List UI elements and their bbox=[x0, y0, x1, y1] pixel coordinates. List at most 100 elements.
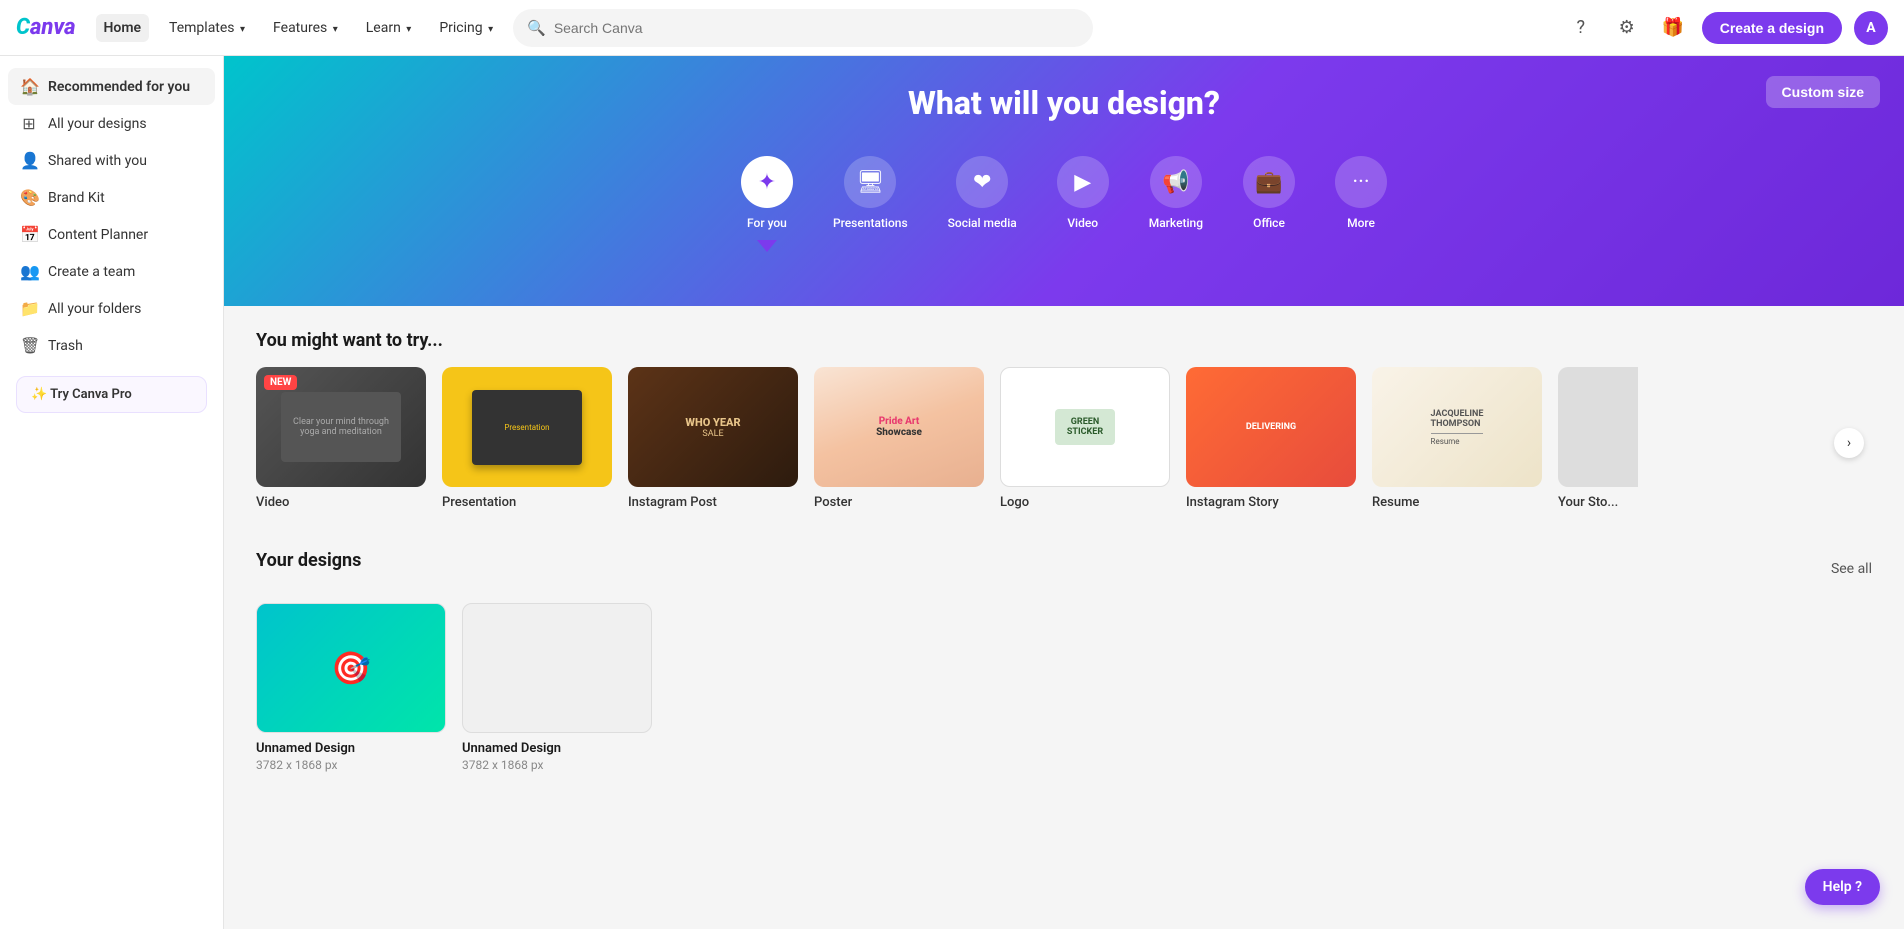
main-content: What will you design? Custom size ✦ For … bbox=[224, 56, 1904, 929]
template-card-your-story[interactable]: Your Sto... bbox=[1558, 367, 1638, 510]
sidebar-item-brand-kit[interactable]: 🎨 Brand Kit bbox=[8, 179, 215, 216]
target-design-icon: 🎯 bbox=[331, 649, 371, 687]
new-badge: NEW bbox=[264, 375, 297, 390]
video-label: Video bbox=[1067, 216, 1098, 230]
sidebar-label-brand-kit: Brand Kit bbox=[48, 190, 105, 206]
nav-learn[interactable]: Learn ▾ bbox=[358, 14, 420, 42]
template-label-instagram-post: Instagram Post bbox=[628, 495, 798, 510]
hero-banner: What will you design? Custom size ✦ For … bbox=[224, 56, 1904, 306]
template-thumb-resume: JACQUELINETHOMPSON Resume bbox=[1372, 367, 1542, 487]
canva-logo[interactable]: Canva bbox=[16, 15, 76, 40]
office-label: Office bbox=[1253, 216, 1285, 230]
topbar: Canva Home Templates ▾ Features ▾ Learn … bbox=[0, 0, 1904, 56]
create-design-button[interactable]: Create a design bbox=[1702, 12, 1842, 44]
sidebar-label-create-team: Create a team bbox=[48, 264, 135, 280]
design-thumb-2 bbox=[462, 603, 652, 733]
sidebar-item-trash[interactable]: 🗑 Trash bbox=[8, 327, 215, 364]
sidebar-item-recommended[interactable]: 🏠 Recommended for you bbox=[8, 68, 215, 105]
category-row: ✦ For you 🖥 Presentations ❤ Social media… bbox=[256, 146, 1872, 240]
share-icon: 👤 bbox=[20, 151, 38, 170]
sidebar-label-recommended: Recommended for you bbox=[48, 79, 190, 95]
template-card-logo[interactable]: GREENSTICKER Logo bbox=[1000, 367, 1170, 510]
category-office[interactable]: 💼 Office bbox=[1229, 146, 1309, 240]
next-arrow-button[interactable]: › bbox=[1834, 428, 1864, 458]
custom-size-button[interactable]: Custom size bbox=[1766, 76, 1880, 108]
cards-container: NEW Clear your mind throughyoga and medi… bbox=[256, 367, 1872, 518]
video-icon: ▶ bbox=[1057, 156, 1109, 208]
marketing-label: Marketing bbox=[1149, 216, 1203, 230]
template-label-poster: Poster bbox=[814, 495, 984, 510]
nav-home[interactable]: Home bbox=[96, 14, 150, 42]
template-card-poster[interactable]: Pride Art Showcase Poster bbox=[814, 367, 984, 510]
category-presentations[interactable]: 🖥 Presentations bbox=[819, 146, 922, 240]
category-marketing[interactable]: 📢 Marketing bbox=[1135, 146, 1217, 240]
avatar[interactable]: A bbox=[1854, 11, 1888, 45]
social-media-label: Social media bbox=[948, 216, 1017, 230]
topbar-icons: ? ⚙ 🎁 Create a design A bbox=[1564, 11, 1888, 45]
trash-icon: 🗑 bbox=[20, 336, 38, 355]
template-thumb-logo: GREENSTICKER bbox=[1000, 367, 1170, 487]
nav-features[interactable]: Features ▾ bbox=[265, 14, 346, 42]
template-thumb-instagram-story: DELIVERING bbox=[1186, 367, 1356, 487]
grid-icon: ⊞ bbox=[20, 114, 38, 133]
sidebar: 🏠 Recommended for you ⊞ All your designs… bbox=[0, 56, 224, 929]
template-label-video: Video bbox=[256, 495, 426, 510]
designs-header: Your designs See all bbox=[256, 550, 1872, 587]
gift-icon[interactable]: 🎁 bbox=[1656, 11, 1690, 45]
category-for-you[interactable]: ✦ For you bbox=[727, 146, 807, 240]
see-all-link[interactable]: See all bbox=[1831, 561, 1872, 577]
main-layout: 🏠 Recommended for you ⊞ All your designs… bbox=[0, 56, 1904, 929]
more-icon: ··· bbox=[1335, 156, 1387, 208]
template-card-instagram-story[interactable]: DELIVERING Instagram Story bbox=[1186, 367, 1356, 510]
template-thumb-instagram-post: WHO YEAR SALE bbox=[628, 367, 798, 487]
template-thumb-your-story bbox=[1558, 367, 1638, 487]
sidebar-label-shared: Shared with you bbox=[48, 153, 147, 169]
try-canva-pro-button[interactable]: ✨ Try Canva Pro bbox=[16, 376, 207, 413]
sidebar-label-all-designs: All your designs bbox=[48, 116, 147, 132]
calendar-icon: 📅 bbox=[20, 225, 38, 244]
presentations-icon: 🖥 bbox=[844, 156, 896, 208]
sidebar-item-create-team[interactable]: 👥 Create a team bbox=[8, 253, 215, 290]
sidebar-item-content-planner[interactable]: 📅 Content Planner bbox=[8, 216, 215, 253]
design-size-2: 3782 x 1868 px bbox=[462, 758, 652, 772]
template-card-video[interactable]: NEW Clear your mind throughyoga and medi… bbox=[256, 367, 426, 510]
template-card-presentation[interactable]: Presentation Presentation bbox=[442, 367, 612, 510]
nav-templates[interactable]: Templates ▾ bbox=[161, 14, 253, 42]
template-thumb-video: NEW Clear your mind throughyoga and medi… bbox=[256, 367, 426, 487]
sidebar-label-all-folders: All your folders bbox=[48, 301, 141, 317]
sidebar-label-content-planner: Content Planner bbox=[48, 227, 148, 243]
template-thumb-presentation: Presentation bbox=[442, 367, 612, 487]
category-video[interactable]: ▶ Video bbox=[1043, 146, 1123, 240]
search-bar: 🔍 bbox=[513, 9, 1093, 47]
sidebar-label-trash: Trash bbox=[48, 338, 83, 354]
sidebar-item-all-designs[interactable]: ⊞ All your designs bbox=[8, 105, 215, 142]
folder-icon: 📁 bbox=[20, 299, 38, 318]
search-input[interactable] bbox=[554, 20, 1079, 36]
brand-icon: 🎨 bbox=[20, 188, 38, 207]
template-thumb-poster: Pride Art Showcase bbox=[814, 367, 984, 487]
design-card-1[interactable]: 🎯 Unnamed Design 3782 x 1868 px bbox=[256, 603, 446, 772]
template-card-resume[interactable]: JACQUELINETHOMPSON Resume Resume bbox=[1372, 367, 1542, 510]
template-label-instagram-story: Instagram Story bbox=[1186, 495, 1356, 510]
sidebar-item-all-folders[interactable]: 📁 All your folders bbox=[8, 290, 215, 327]
template-card-instagram-post[interactable]: WHO YEAR SALE Instagram Post bbox=[628, 367, 798, 510]
category-social-media[interactable]: ❤ Social media bbox=[934, 146, 1031, 240]
design-name-2: Unnamed Design bbox=[462, 741, 652, 756]
sidebar-section-main: 🏠 Recommended for you ⊞ All your designs… bbox=[8, 68, 215, 364]
design-thumb-1: 🎯 bbox=[256, 603, 446, 733]
nav-pricing[interactable]: Pricing ▾ bbox=[431, 14, 501, 42]
design-cards-row: 🎯 Unnamed Design 3782 x 1868 px Unnamed … bbox=[256, 603, 1872, 772]
your-designs-section: Your designs See all 🎯 Unnamed Design 37… bbox=[256, 550, 1872, 772]
settings-icon[interactable]: ⚙ bbox=[1610, 11, 1644, 45]
content-area: You might want to try... NEW Clear your … bbox=[224, 306, 1904, 796]
design-card-2[interactable]: Unnamed Design 3782 x 1868 px bbox=[462, 603, 652, 772]
office-icon: 💼 bbox=[1243, 156, 1295, 208]
home-icon: 🏠 bbox=[20, 77, 38, 96]
category-more[interactable]: ··· More bbox=[1321, 146, 1401, 240]
sidebar-item-shared[interactable]: 👤 Shared with you bbox=[8, 142, 215, 179]
template-cards-row: NEW Clear your mind throughyoga and medi… bbox=[256, 367, 1872, 518]
help-icon[interactable]: ? bbox=[1564, 11, 1598, 45]
help-button[interactable]: Help ? bbox=[1805, 869, 1880, 905]
for-you-label: For you bbox=[747, 216, 787, 230]
template-label-logo: Logo bbox=[1000, 495, 1170, 510]
